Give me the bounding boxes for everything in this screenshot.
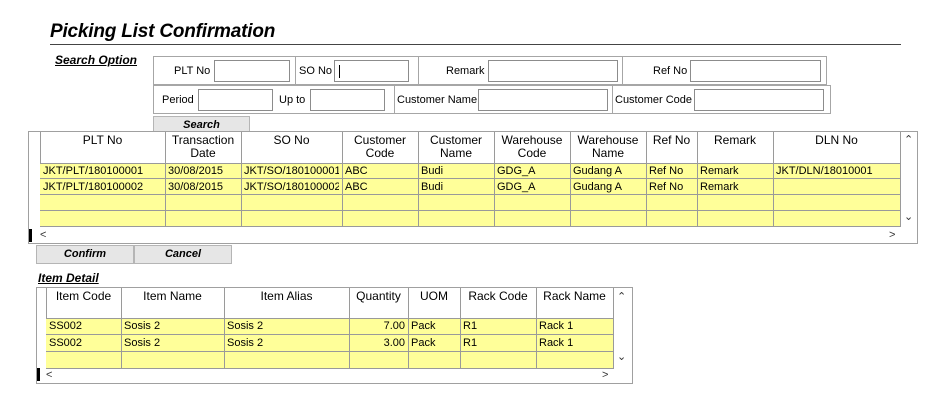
item_detail-column-divider xyxy=(121,288,122,369)
scroll-left-icon[interactable]: < xyxy=(46,369,52,381)
item_detail-column-divider xyxy=(349,288,350,369)
item_detail-column-divider xyxy=(536,288,537,369)
item_detail-table-row[interactable] xyxy=(46,352,613,369)
item_detail-cell: Sosis 2 xyxy=(227,337,264,349)
item_detail-header-item-code[interactable]: Item Code xyxy=(46,290,121,303)
item_detail-column-divider xyxy=(224,288,225,369)
item_detail-cell: Sosis 2 xyxy=(227,320,264,332)
item_detail-cell: 3.00 xyxy=(383,337,405,349)
item_detail-cell: Sosis 2 xyxy=(124,320,161,332)
scroll-down-icon[interactable]: ⌄ xyxy=(617,350,626,363)
item_detail-header-item-name[interactable]: Item Name xyxy=(121,290,224,303)
item-grid-content: Item Code Item Name Item Alias Quantity UOM R… xyxy=(0,0,950,400)
item_detail-header-quantity[interactable]: Quantity xyxy=(349,290,408,303)
item_detail-cell: SS002 xyxy=(49,320,83,332)
item_detail-column-divider xyxy=(408,288,409,369)
item_detail-cell: Pack xyxy=(411,337,436,349)
item_detail-cell: Pack xyxy=(411,320,436,332)
scroll-right-icon[interactable]: > xyxy=(602,369,608,381)
item_detail-cell: R1 xyxy=(463,320,478,332)
item_detail-cell: 7.00 xyxy=(383,320,405,332)
item_detail-header-item-alias[interactable]: Item Alias xyxy=(224,290,349,303)
item_detail-cell: SS002 xyxy=(49,337,83,349)
item_detail-column-divider xyxy=(460,288,461,369)
scroll-up-icon[interactable]: ⌃ xyxy=(617,290,626,303)
item_detail-cell: Sosis 2 xyxy=(124,337,161,349)
item_detail-column-divider xyxy=(613,288,614,369)
item_detail-header-uom[interactable]: UOM xyxy=(408,290,460,303)
item_detail-header-rack-code[interactable]: Rack Code xyxy=(460,290,536,303)
item_detail-header-rack-name[interactable]: Rack Name xyxy=(536,290,613,303)
item_detail-cell: Rack 1 xyxy=(539,320,574,332)
item_detail-cell: Rack 1 xyxy=(539,337,574,349)
item_detail-cell: R1 xyxy=(463,337,478,349)
item_detail-row-selector xyxy=(37,368,40,381)
